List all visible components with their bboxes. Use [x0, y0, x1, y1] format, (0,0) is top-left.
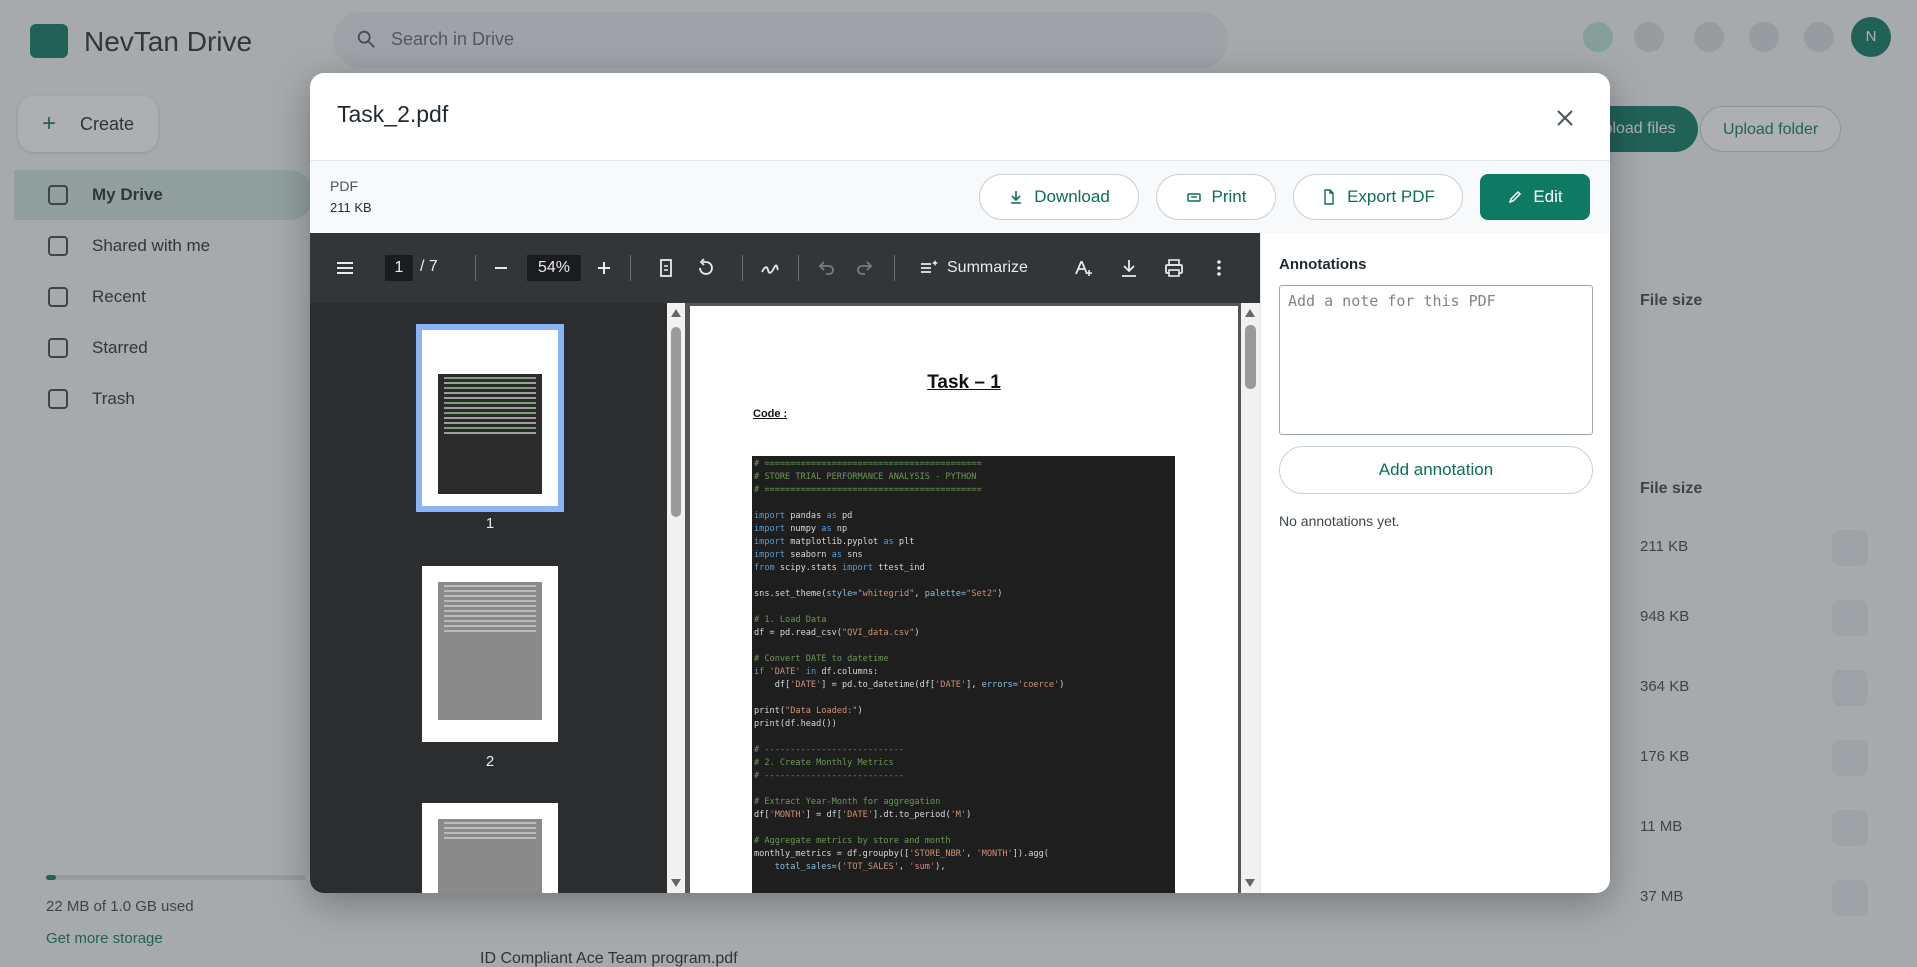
pdf-viewer: 1 / 7 54% Summarize 1 2 Task – 1 Code: … [310, 233, 1260, 893]
zoom-in-icon[interactable] [593, 257, 615, 279]
download-button[interactable]: Download [979, 174, 1139, 220]
page-number-input[interactable]: 1 [385, 255, 413, 281]
scrollbar-thumb[interactable] [671, 327, 681, 517]
thumbnail-preview [438, 819, 542, 893]
pdf-page: Task – 1 Code : # ======================… [690, 306, 1238, 893]
summarize-button[interactable]: Summarize [919, 257, 1028, 279]
scroll-up-icon[interactable] [671, 309, 681, 317]
print-icon [1186, 193, 1201, 202]
thumbnail-page-3[interactable] [422, 803, 558, 893]
modal-title: Task_2.pdf [337, 101, 449, 127]
zoom-level-input[interactable]: 54% [527, 255, 581, 281]
scroll-down-icon[interactable] [671, 879, 681, 887]
thumbnail-preview [438, 374, 542, 494]
export-pdf-button[interactable]: Export PDF [1293, 174, 1463, 220]
rotate-icon[interactable] [695, 257, 717, 279]
page-total: / 7 [420, 258, 438, 275]
file-icon [1324, 189, 1334, 205]
annotation-note-input[interactable] [1279, 285, 1593, 435]
code-block: # ======================================… [752, 456, 1175, 893]
thumbnail-number: 2 [485, 753, 495, 770]
download-icon[interactable] [1118, 257, 1140, 279]
scrollbar-thumb[interactable] [1245, 325, 1256, 389]
sparkle-list-icon [921, 260, 938, 273]
edit-label: Edit [1533, 187, 1563, 206]
thumbnail-number: 1 [485, 515, 495, 532]
page-heading: Task – 1 [927, 372, 1001, 393]
print-label: Print [1211, 187, 1247, 206]
summarize-label: Summarize [947, 259, 1028, 276]
file-type: PDF [330, 178, 358, 194]
page-scrollbar[interactable] [1241, 303, 1260, 893]
draw-icon[interactable] [759, 257, 781, 279]
scroll-down-icon[interactable] [1245, 879, 1255, 887]
thumbnail-page-1[interactable] [416, 324, 564, 512]
undo-icon[interactable] [815, 257, 837, 279]
more-vert-icon[interactable] [1208, 257, 1230, 279]
redo-icon[interactable] [854, 257, 876, 279]
thumbnail-page-2[interactable] [422, 566, 558, 742]
download-icon [1011, 191, 1022, 204]
fit-page-icon[interactable] [655, 257, 677, 279]
code-label: Code : [753, 408, 788, 420]
thumbnail-scrollbar[interactable] [667, 303, 685, 893]
annotations-empty-state: No annotations yet. [1279, 513, 1400, 529]
pdf-toolbar: 1 / 7 54% Summarize [310, 233, 1260, 303]
thumbnail-preview [438, 582, 542, 720]
download-label: Download [1034, 187, 1110, 206]
modal-header: Task_2.pdf [310, 73, 1610, 161]
annotations-panel: Annotations Add annotation No annotation… [1260, 233, 1610, 893]
pdf-preview-modal: Task_2.pdf PDF 211 KB Download Print Exp… [310, 73, 1610, 893]
close-icon[interactable] [1550, 103, 1580, 133]
annotations-title: Annotations [1279, 256, 1367, 273]
add-annotation-button[interactable]: Add annotation [1279, 446, 1593, 494]
scroll-up-icon[interactable] [1245, 309, 1255, 317]
edit-button[interactable]: Edit [1480, 174, 1590, 220]
pencil-icon [1509, 190, 1522, 204]
print-button[interactable]: Print [1156, 174, 1276, 220]
toolbar-divider [742, 255, 743, 281]
toolbar-divider [630, 255, 631, 281]
toolbar-divider [894, 255, 895, 281]
toolbar-divider [475, 255, 476, 281]
thumbnail-sidebar: 1 2 [310, 303, 667, 893]
export-pdf-label: Export PDF [1347, 187, 1435, 206]
add-text-icon[interactable] [1072, 257, 1094, 279]
toolbar-divider [798, 255, 799, 281]
zoom-out-icon[interactable] [490, 257, 512, 279]
menu-icon[interactable] [334, 257, 356, 279]
file-size: 211 KB [330, 200, 372, 215]
print-icon[interactable] [1163, 257, 1185, 279]
